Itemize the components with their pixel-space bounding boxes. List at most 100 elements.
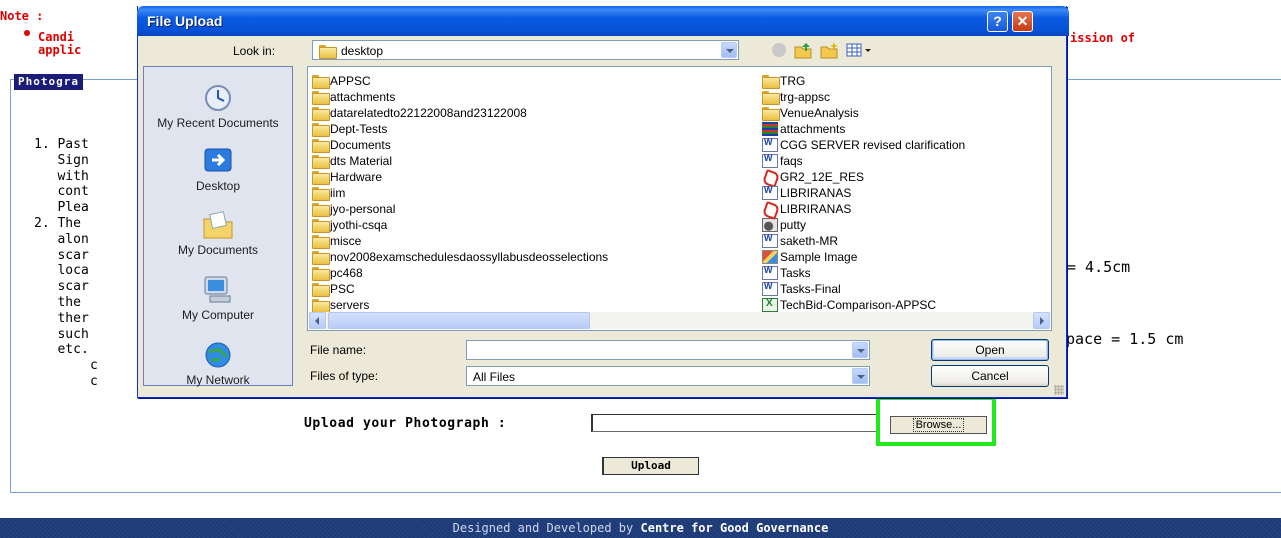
file-name: trg-appsc [780,90,831,104]
file-list-item[interactable]: iim [312,185,608,201]
folder-icon [312,283,330,297]
file-list-item[interactable]: PSC [312,281,608,297]
file-name: attachments [780,122,846,136]
place-label: My Recent Documents [157,116,279,130]
cancel-button[interactable]: Cancel [931,365,1049,387]
file-list-item[interactable]: attachments [312,89,608,105]
file-name: GR2_12E_RES [780,170,865,184]
upload-button[interactable]: Upload [602,457,699,475]
file-list-item[interactable]: Tasks-Final [762,281,965,297]
file-name: TechBid-Comparison-APPSC [780,298,937,312]
file-list-item[interactable]: Dept-Tests [312,121,608,137]
file-list-item[interactable]: attachments [762,121,965,137]
file-list-item[interactable]: putty [762,217,965,233]
file-list-item[interactable]: LIBRIRANAS [762,201,965,217]
file-list-item[interactable]: faqs [762,153,965,169]
new-folder-icon[interactable] [819,41,839,59]
open-button[interactable]: Open [931,339,1049,361]
footer-prefix: Designed and Developed by [452,521,634,535]
footer-org-link[interactable]: Centre for Good Governance [641,521,829,535]
instruction-line: scar [34,279,89,295]
folder-icon [312,139,330,153]
word-document-icon [762,265,778,280]
file-list-item[interactable]: TechBid-Comparison-APPSC [762,297,965,313]
file-list-item[interactable]: LIBRIRANAS [762,185,965,201]
place-my-computer[interactable]: My Computer [144,274,292,322]
folder-icon [312,203,330,217]
look-in-select[interactable]: desktop [312,40,739,60]
note-label: Note : [0,9,44,23]
section-header: Photogra [14,74,83,90]
size-note-1: = 4.5cm [1067,258,1131,276]
file-name: jyothi-csqa [330,218,388,232]
instruction-line: loca [34,263,89,279]
file-list-item[interactable]: pc468 [312,265,608,281]
my-computer-icon [201,274,235,306]
upload-file-input[interactable] [591,414,879,432]
files-of-type-select[interactable]: All Files [466,366,870,386]
word-document-icon [762,233,778,248]
place-my-documents[interactable]: My Documents [144,209,292,257]
views-menu-icon[interactable] [846,41,874,59]
file-list-item[interactable]: misce [312,233,608,249]
resize-grip-icon[interactable] [1054,385,1064,395]
file-list-item[interactable]: Tasks [762,265,965,281]
folder-icon [312,91,330,105]
file-list-item[interactable]: Hardware [312,169,608,185]
file-name: LIBRIRANAS [780,186,852,200]
file-list-item[interactable]: VenueAnalysis [762,105,965,121]
file-list[interactable]: APPSC attachments datarelatedto22122008and… [307,66,1052,331]
chevron-down-icon[interactable] [721,42,737,58]
horizontal-scrollbar[interactable] [309,312,1050,329]
back-icon[interactable] [769,41,789,59]
file-name-input[interactable] [466,340,870,360]
help-button[interactable]: ? [987,11,1008,32]
file-list-item[interactable]: CGG SERVER revised clarification [762,137,965,153]
file-list-item[interactable]: TRG [762,73,965,89]
file-list-item[interactable]: trg-appsc [762,89,965,105]
folder-icon [312,219,330,233]
file-list-item[interactable]: GR2_12E_RES [762,169,965,185]
file-list-item[interactable]: servers [312,297,608,313]
place-desktop[interactable]: Desktop [144,145,292,193]
chevron-down-icon[interactable] [852,342,868,358]
instruction-line: Plea [34,200,89,216]
browse-button[interactable]: Browse... [890,416,987,434]
file-name: VenueAnalysis [780,106,859,120]
file-list-item[interactable]: dts Material [312,153,608,169]
file-list-item[interactable]: jyothi-csqa [312,217,608,233]
file-list-item[interactable]: jyo-personal [312,201,608,217]
instruction-line: c [90,373,98,389]
place-label: Desktop [195,179,241,193]
place-my-network[interactable]: My Network [144,339,292,387]
my-documents-icon [201,209,235,241]
instruction-line: with [34,168,89,184]
instruction-line: cont [34,184,89,200]
file-list-item[interactable]: saketh-MR [762,233,965,249]
folder-icon [312,299,330,313]
file-list-item[interactable]: Sample Image [762,249,965,265]
file-list-item[interactable]: nov2008examschedulesdaossyllabusdeossele… [312,249,608,265]
dialog-titlebar[interactable]: File Upload ? ✕ [137,6,1069,36]
scroll-thumb[interactable] [328,312,590,329]
up-folder-icon[interactable] [793,41,813,59]
file-name: Hardware [330,170,383,184]
place-recent-documents[interactable]: My Recent Documents [144,82,292,130]
folder-icon [312,123,330,137]
file-list-item[interactable]: Documents [312,137,608,153]
folder-icon [312,171,330,185]
chevron-down-icon[interactable] [852,368,868,384]
folder-icon [762,91,780,105]
file-name: Tasks [780,266,811,280]
word-document-icon [762,137,778,152]
instruction-line: scar [34,247,89,263]
close-button[interactable]: ✕ [1012,11,1033,32]
folder-icon [312,107,330,121]
instruction-line: c [90,358,98,374]
folder-icon [312,75,330,89]
file-list-item[interactable]: APPSC [312,73,608,89]
file-list-item[interactable]: datarelatedto22122008and23122008 [312,105,608,121]
scroll-left-icon[interactable] [309,312,326,329]
scroll-right-icon[interactable] [1033,312,1050,329]
folder-icon [312,267,330,281]
